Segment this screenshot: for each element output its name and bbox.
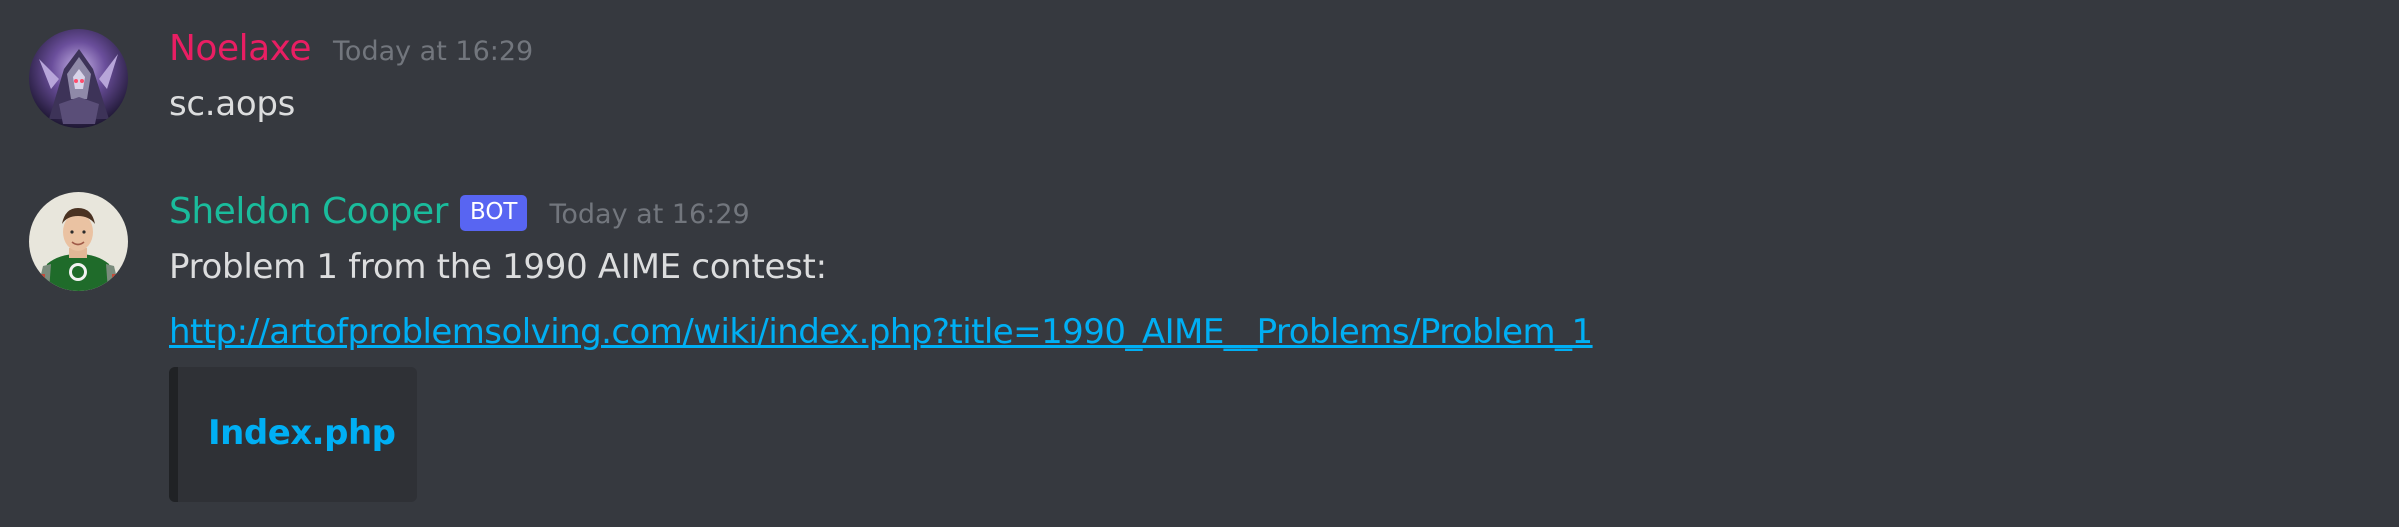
username[interactable]: Noelaxe: [169, 28, 312, 69]
bot-badge: BOT: [459, 195, 528, 231]
user-avatar[interactable]: [29, 29, 128, 128]
username[interactable]: Sheldon Cooper: [169, 191, 448, 232]
timestamp: Today at 16:29: [549, 199, 750, 230]
message-text: sc.aops: [169, 84, 296, 124]
embed-title-link[interactable]: Index.php: [208, 413, 396, 453]
message-header: Noelaxe Today at 16:29: [169, 28, 533, 69]
timestamp: Today at 16:29: [333, 36, 534, 67]
warrior-avatar-icon: [29, 29, 128, 128]
message-header: Sheldon Cooper BOT Today at 16:29: [169, 191, 750, 235]
message-text: Problem 1 from the 1990 AIME contest:: [169, 247, 827, 287]
user-avatar[interactable]: [29, 192, 128, 291]
sheldon-avatar-icon: [29, 192, 128, 291]
link-embed: Index.php: [169, 367, 417, 502]
message-link[interactable]: http://artofproblemsolving.com/wiki/inde…: [169, 312, 1593, 352]
